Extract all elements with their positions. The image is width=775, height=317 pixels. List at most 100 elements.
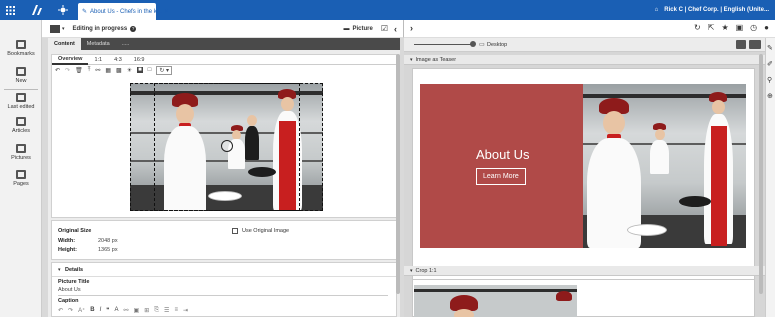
picture-title-field[interactable]: About Us: [58, 287, 388, 296]
section-header-teaser[interactable]: ▾ Image as Teaser: [404, 55, 765, 65]
tab-more[interactable]: .....: [116, 38, 136, 50]
crop-tab-1-1[interactable]: 1:1: [88, 55, 108, 65]
top-bar: ✎ About Us - Chefs in the k... × ⌂ Rick …: [0, 0, 775, 20]
desktop-icon: ▭: [479, 42, 485, 48]
chevron-down-icon: ▾: [410, 267, 413, 274]
collapse-left-icon[interactable]: ‹: [394, 24, 397, 34]
picture-preview[interactable]: [130, 83, 323, 211]
chef-hat: [556, 291, 572, 301]
crop-tab-overview[interactable]: Overview: [52, 55, 89, 65]
text-style-icon[interactable]: A: [114, 307, 118, 314]
document-tab[interactable]: ✎ About Us - Chefs in the k... ×: [78, 3, 168, 20]
sidebar-item-pictures[interactable]: Pictures: [0, 144, 42, 161]
sidebar-item-last-edited[interactable]: Last edited: [0, 93, 42, 110]
sidebar-item-label: New: [15, 78, 27, 84]
image-view-icon[interactable]: ▣: [736, 23, 744, 32]
bold-icon[interactable]: B: [90, 307, 94, 314]
numbered-list-icon[interactable]: ≡: [174, 307, 178, 314]
picture-title-label: Picture Title: [58, 279, 90, 285]
link-icon[interactable]: ⚲: [767, 76, 772, 84]
editor-scrollbar[interactable]: [396, 54, 400, 294]
preview-scrollbar[interactable]: [759, 54, 763, 294]
delete-icon[interactable]: 🗑: [75, 67, 83, 74]
approve-icon[interactable]: ☑: [381, 24, 388, 33]
document-type-icon[interactable]: [50, 24, 60, 33]
paste-icon[interactable]: ⎘: [154, 307, 159, 314]
sidebar-divider: [4, 89, 38, 90]
caption-richtext-toolbar: ↶ ↷ A⁺ B I ❞ A ⚯ ▣ ⊞ ⎘ ☰ ≡ ⇥: [58, 307, 188, 314]
library-icon[interactable]: [52, 0, 74, 20]
crop-active-icon[interactable]: ■: [137, 67, 143, 73]
folder-icon: [16, 170, 26, 179]
expand-right-icon[interactable]: ›: [410, 23, 413, 33]
crop-preview-picture[interactable]: [414, 285, 577, 317]
section-header-crop[interactable]: ▾ Crop 1:1: [404, 266, 765, 276]
use-original-checkbox[interactable]: [232, 228, 238, 234]
pen-icon[interactable]: ✐: [767, 60, 773, 68]
history-icon[interactable]: ◷: [750, 23, 757, 32]
tab-metadata[interactable]: Metadata: [81, 38, 116, 50]
crop-frame-icon[interactable]: □: [148, 67, 152, 73]
table-icon[interactable]: ⊞: [144, 307, 149, 314]
redo-icon[interactable]: ↷: [65, 67, 70, 74]
italic-icon[interactable]: I: [100, 307, 102, 314]
link-icon[interactable]: ⚯: [95, 67, 100, 74]
open-external-icon[interactable]: ⇱: [708, 23, 715, 32]
undo-icon[interactable]: ↶: [55, 67, 60, 74]
image-icon[interactable]: ▩: [116, 67, 122, 74]
quote-icon[interactable]: ❞: [106, 307, 109, 314]
bullet-list-icon[interactable]: ☰: [164, 307, 169, 314]
sidebar-item-label: Articles: [11, 128, 31, 134]
focus-point-handle[interactable]: [221, 140, 233, 152]
teaser-component: About Us Learn More: [420, 84, 746, 248]
teaser-text-panel: About Us Learn More: [420, 84, 583, 248]
star-icon[interactable]: ★: [721, 23, 728, 32]
notification-icon[interactable]: ⌂: [655, 7, 659, 13]
user-menu[interactable]: ⌂ Rick C | Chef Corp. | English (Unite..…: [655, 0, 769, 20]
image-info-card: Original Size Width: 2048 px Height: 136…: [51, 220, 397, 260]
globe-icon[interactable]: ⊕: [767, 92, 773, 100]
chevron-down-icon[interactable]: ▾: [62, 26, 65, 32]
chef-apron: [711, 126, 727, 246]
chef-face: [712, 100, 725, 114]
tab-content[interactable]: Content: [48, 38, 81, 50]
details-toggle-icon[interactable]: ▾: [58, 267, 61, 273]
redo-icon[interactable]: ↷: [68, 307, 73, 314]
edit-icon[interactable]: ✎: [767, 44, 773, 52]
device-slider-track[interactable]: [414, 44, 474, 45]
device-bar: ▭ Desktop: [404, 38, 765, 52]
close-tab-icon[interactable]: ×: [165, 9, 169, 15]
device-menu-button[interactable]: [736, 40, 746, 49]
rotate-icon[interactable]: ↻ ▾: [156, 65, 173, 75]
indent-icon[interactable]: ⇥: [183, 307, 188, 314]
brightness-icon[interactable]: ☀: [127, 67, 132, 74]
image-insert-icon[interactable]: ▣: [134, 307, 140, 314]
upload-icon[interactable]: ⤒: [88, 67, 91, 74]
help-icon[interactable]: ?: [130, 25, 137, 32]
preview-settings-button[interactable]: [749, 40, 761, 49]
reload-icon[interactable]: ↻: [694, 23, 701, 32]
editor-tabs: Content Metadata .....: [48, 38, 400, 50]
folder-icon: [16, 117, 26, 126]
apps-grid-icon[interactable]: [0, 0, 20, 20]
chef-face: [454, 309, 474, 317]
sidebar-item-articles[interactable]: Articles: [0, 117, 42, 134]
teaser-learn-more-button[interactable]: Learn More: [476, 168, 526, 185]
sidebar-item-bookmarks[interactable]: Bookmarks: [0, 40, 42, 57]
crop-tab-4-3[interactable]: 4:3: [108, 55, 128, 65]
use-original-label: Use Original Image: [242, 228, 290, 234]
teaser-picture[interactable]: [583, 84, 746, 248]
undo-icon[interactable]: ↶: [58, 307, 63, 314]
grid-icon[interactable]: ▦: [105, 67, 111, 74]
device-slider-handle[interactable]: [470, 41, 476, 47]
font-size-icon[interactable]: A⁺: [78, 307, 85, 314]
crop-tabs: Overview 1:1 4:3 16:9: [52, 55, 396, 65]
user-icon[interactable]: ●: [764, 23, 769, 32]
link-icon[interactable]: ⚯: [124, 307, 129, 314]
details-section-label[interactable]: Details: [65, 267, 83, 273]
sidebar-item-pages[interactable]: Pages: [0, 170, 42, 187]
details-divider: [52, 276, 396, 277]
chef-face: [655, 129, 665, 140]
sidebar-item-new[interactable]: New: [0, 67, 42, 84]
crop-tab-16-9[interactable]: 16:9: [128, 55, 151, 65]
